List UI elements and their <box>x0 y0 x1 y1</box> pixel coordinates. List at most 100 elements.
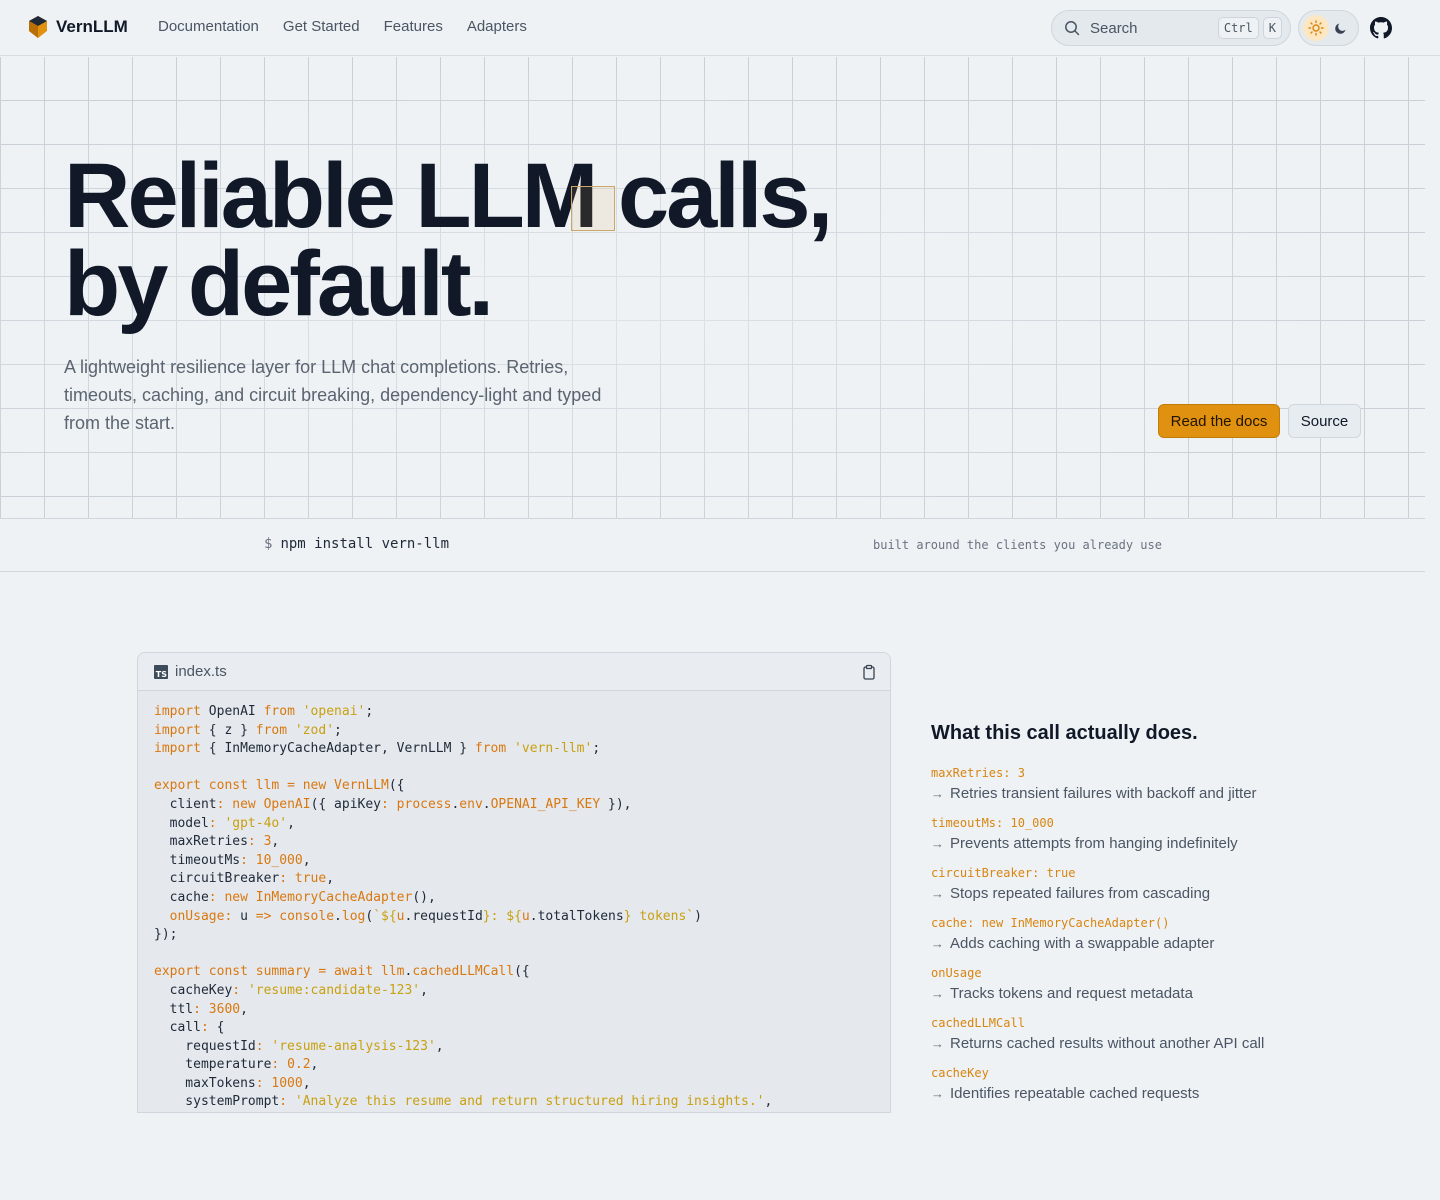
code-token: new <box>302 778 327 794</box>
code-token: ttl <box>154 1001 194 1017</box>
code-token: ( <box>365 908 374 924</box>
nav-link-get-started[interactable]: Get Started <box>283 18 360 35</box>
code-token: : <box>208 889 217 905</box>
read-docs-button[interactable]: Read the docs <box>1158 404 1280 438</box>
code-line: temperature: 0.2, <box>154 1056 874 1075</box>
explain-desc-text: Adds caching with a swappable adapter <box>950 935 1215 952</box>
github-link[interactable] <box>1370 17 1392 39</box>
light-theme-button[interactable] <box>1303 15 1329 41</box>
explain-desc: → Retries transient failures with backoff… <box>931 785 1391 802</box>
code-token: . <box>482 796 491 812</box>
arrow-icon: → <box>931 886 944 901</box>
code-token: (), <box>412 889 436 905</box>
code-token: .totalTokens <box>529 908 624 924</box>
code-token: 3600 <box>208 1001 241 1017</box>
code-line: call: { <box>154 1019 874 1038</box>
explain-desc: → Returns cached results without another … <box>931 1035 1391 1052</box>
code-token: export const <box>154 778 248 794</box>
source-button[interactable]: Source <box>1288 404 1361 438</box>
code-token: { z } <box>200 722 256 738</box>
code-token: cachedLLMCall <box>412 964 515 980</box>
code-token: 10_000 <box>255 852 303 868</box>
github-icon <box>1370 17 1392 39</box>
explain-key: timeoutMs: 10_000 <box>931 816 1054 830</box>
explain-key: cachedLLMCall <box>931 1016 1025 1030</box>
top-nav: VernLLM Documentation Get Started Featur… <box>0 0 1440 56</box>
code-token: ; <box>592 741 601 757</box>
code-token: requestId <box>154 1038 256 1054</box>
code-token: .requestId <box>404 908 483 924</box>
explain-desc: → Adds caching with a swappable adapter <box>931 935 1391 952</box>
explain-item-cache-key: cacheKey → Identifies repeatable cached r… <box>931 1064 1391 1114</box>
moon-icon <box>1335 23 1346 34</box>
search-button[interactable]: Search Ctrl K <box>1051 10 1291 46</box>
code-token: , <box>420 982 428 998</box>
explain-desc-text: Stops repeated failures from cascading <box>950 885 1211 902</box>
code-token: : <box>255 1038 264 1054</box>
explain-item-cache: cache: new InMemoryCacheAdapter() → Adds … <box>931 914 1391 964</box>
explain-desc: → Tracks tokens and request metadata <box>931 985 1391 1002</box>
explain-desc: → Prevents attempts from hanging indefini… <box>931 835 1391 852</box>
code-token: cacheKey <box>154 982 233 998</box>
code-token: from <box>255 722 288 738</box>
install-command[interactable]: $ npm install vern-llm <box>264 536 449 552</box>
explain-item-max-retries: maxRetries: 3 → Retries transient failure… <box>931 764 1391 814</box>
code-token: import <box>154 722 201 738</box>
code-token: import <box>154 741 201 757</box>
explain-item-timeout: timeoutMs: 10_000 → Prevents attempts fro… <box>931 814 1391 864</box>
nav-link-features[interactable]: Features <box>384 18 443 35</box>
explain-key: cacheKey <box>931 1066 989 1080</box>
code-token: 'resume-analysis-123' <box>271 1038 436 1054</box>
code-token: OPENAI_API_KEY <box>490 796 601 812</box>
dark-theme-button[interactable] <box>1329 15 1355 41</box>
code-line: export const llm = new VernLLM({ <box>154 777 874 796</box>
code-token: new <box>224 889 248 905</box>
brand-link[interactable]: VernLLM <box>28 15 128 39</box>
code-token: maxRetries <box>154 834 248 850</box>
code-token: new <box>232 796 256 812</box>
code-token: : <box>255 1075 264 1091</box>
code-token: 'vern-llm' <box>514 741 593 757</box>
code-token: }), <box>600 796 632 812</box>
explain-desc: → Identifies repeatable cached requests <box>931 1085 1391 1102</box>
explain-desc: → Stops repeated failures from cascading <box>931 885 1391 902</box>
code-token: : <box>279 1094 288 1110</box>
code-token: { <box>208 1020 225 1036</box>
explain-desc-text: Retries transient failures with backoff … <box>950 785 1257 802</box>
code-panel: TS index.ts import OpenAI from 'openai';… <box>137 652 891 1113</box>
code-token: 1000 <box>271 1075 303 1091</box>
code-token: 'openai' <box>302 704 366 719</box>
code-line: import { z } from 'zod'; <box>154 722 874 741</box>
code-line: onUsage: u => console.log(`${u.requestId… <box>154 908 874 927</box>
explain-key: circuitBreaker: true <box>931 866 1076 880</box>
clipboard-copy-icon[interactable] <box>861 664 877 680</box>
theme-toggle <box>1298 10 1359 46</box>
code-token: maxTokens <box>154 1075 256 1091</box>
code-token: client <box>154 796 217 812</box>
nav-link-documentation[interactable]: Documentation <box>158 18 259 35</box>
code-token: : <box>193 1001 201 1017</box>
code-token: cache <box>154 889 209 905</box>
nav-links: Documentation Get Started Features Adapt… <box>158 18 527 35</box>
code-token: u <box>232 908 256 924</box>
nav-link-adapters[interactable]: Adapters <box>467 18 527 35</box>
hero-section: Reliable LLM calls, by default. A lightw… <box>0 57 1425 519</box>
code-token: , <box>310 1057 319 1073</box>
code-token: call <box>154 1020 201 1036</box>
shell-prompt: $ <box>264 536 273 552</box>
typescript-file-icon: TS <box>154 664 168 679</box>
code-token: 'resume:candidate-123' <box>247 982 421 998</box>
explain-desc-text: Identifies repeatable cached requests <box>950 1085 1200 1102</box>
explain-title: What this call actually does. <box>931 722 1198 744</box>
code-body: import OpenAI from 'openai'; import { z }… <box>138 691 890 1112</box>
code-token: log <box>341 908 366 924</box>
hero-title-line1: Reliable LLM calls, <box>64 145 833 247</box>
